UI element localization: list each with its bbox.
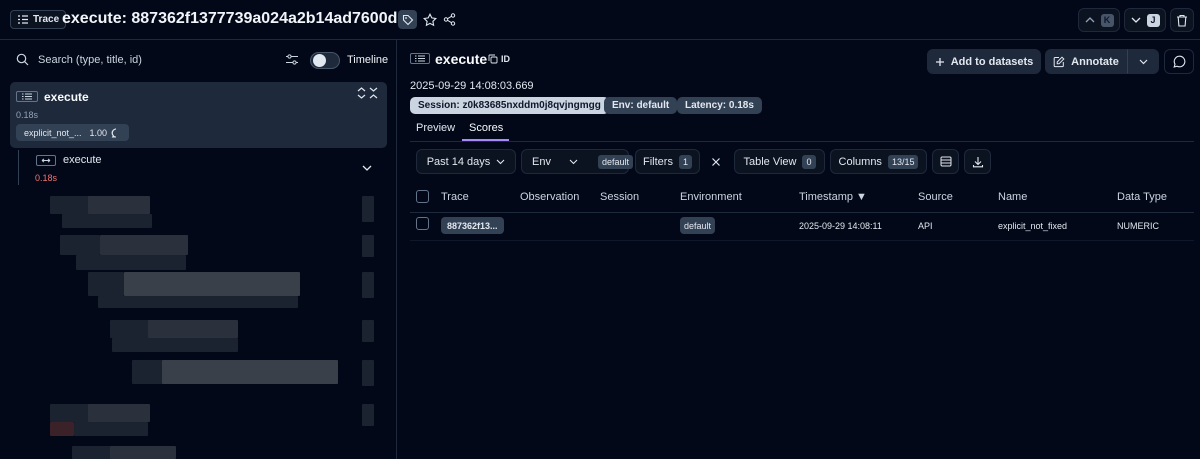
tab-preview[interactable]: Preview [416, 122, 455, 134]
column-header-name[interactable]: Name [998, 191, 1027, 203]
score-chip-value: 1.00 [89, 127, 108, 138]
source-cell: API [918, 221, 933, 231]
observation-title: execute [435, 51, 488, 67]
chevron-down-icon[interactable] [362, 165, 372, 171]
trace-type-badge: Trace [10, 10, 67, 29]
previous-trace-button[interactable]: K [1078, 8, 1120, 32]
comment-icon [111, 128, 121, 138]
delete-button[interactable] [1170, 8, 1194, 32]
env-filter-label: Env [532, 155, 551, 168]
share-button[interactable] [440, 10, 458, 29]
column-header-observation[interactable]: Observation [520, 191, 579, 203]
trace-id-cell[interactable]: 887362f13... [441, 217, 504, 234]
shortcut-key-k: K [1100, 13, 1114, 27]
environment-badge: Env: default [604, 97, 678, 114]
tree-node-child-name[interactable]: execute [63, 154, 102, 166]
next-trace-button[interactable]: J [1124, 8, 1166, 32]
annotate-label: Annotate [1071, 55, 1119, 68]
data-type-cell: NUMERIC [1117, 221, 1159, 231]
env-filter-value: default [597, 154, 633, 169]
filters-button[interactable]: Filters 1 [635, 149, 700, 174]
column-header-data-type[interactable]: Data Type [1117, 191, 1167, 203]
tabs-divider [410, 141, 1194, 142]
copy-id-button[interactable]: ID [488, 54, 510, 64]
environment-cell: default [680, 217, 716, 234]
select-all-checkbox[interactable] [416, 190, 429, 203]
observation-timestamp: 2025-09-29 14:08:03.669 [410, 80, 534, 92]
column-header-timestamp[interactable]: Timestamp ▼ [799, 191, 867, 203]
score-chip[interactable]: explicit_not_... 1.00 [16, 124, 130, 141]
chevron-down-icon [496, 159, 505, 165]
trace-list-icon [16, 91, 38, 102]
tag-button[interactable] [398, 10, 417, 29]
latency-badge: Latency: 0.18s [677, 97, 762, 114]
chevron-down-icon [569, 159, 578, 165]
score-chip-name: explicit_not_... [24, 127, 82, 138]
trace-list-icon [17, 15, 29, 24]
columns-label: Columns [838, 155, 882, 168]
collapse-all-icon[interactable] [369, 87, 378, 99]
timestamp-cell: 2025-09-29 14:08:11 [799, 221, 882, 231]
span-arrows-icon [36, 155, 56, 166]
row-checkbox[interactable] [416, 217, 429, 230]
table-view-count: 0 [802, 154, 816, 169]
expand-all-icon[interactable] [357, 87, 366, 99]
search-icon [16, 53, 29, 66]
clear-filters-button[interactable] [706, 149, 726, 174]
columns-button[interactable]: Columns 13/15 [830, 149, 927, 174]
plus-icon [935, 57, 945, 67]
filters-count: 1 [678, 154, 692, 169]
column-header-source[interactable]: Source [918, 191, 953, 203]
timeline-label: Timeline [347, 54, 389, 66]
settings-sliders-icon[interactable] [285, 53, 299, 66]
bookmark-star-button[interactable] [421, 10, 439, 29]
download-button[interactable] [964, 149, 991, 174]
trace-badge-label: Trace [33, 14, 60, 25]
column-header-session[interactable]: Session [600, 191, 639, 203]
timeline-toggle[interactable] [310, 52, 340, 69]
tree-connector [18, 150, 19, 185]
column-header-environment[interactable]: Environment [680, 191, 742, 203]
trace-list-icon [410, 53, 430, 64]
chevron-down-icon [1139, 59, 1148, 65]
copy-icon [488, 54, 498, 64]
download-icon [972, 156, 984, 168]
copy-id-label: ID [501, 54, 510, 64]
comments-button[interactable] [1164, 49, 1194, 74]
tree-node-root-name: execute [44, 90, 89, 104]
time-range-value: Past 14 days [426, 155, 491, 168]
trash-icon [1176, 14, 1188, 27]
environment-filter[interactable]: Env default [521, 149, 633, 174]
chevron-down-icon [1131, 17, 1141, 23]
table-view-button[interactable]: Table View 0 [734, 149, 825, 174]
close-icon [711, 157, 721, 167]
comment-icon [1172, 55, 1186, 68]
table-view-label: Table View [743, 155, 797, 168]
tree-node-root-latency: 0.18s [16, 110, 39, 120]
page-title: execute: 887362f1377739a024a2b14ad7600d5… [62, 10, 416, 27]
session-badge[interactable]: Session: z0k83685nxddm0j8qvjngmgg [410, 97, 609, 114]
row-height-button[interactable] [932, 149, 959, 174]
annotate-button[interactable]: Annotate [1045, 49, 1127, 74]
tree-search-input[interactable]: Search (type, title, id) [38, 54, 142, 66]
active-tab-indicator [462, 139, 509, 141]
row-divider [410, 240, 1194, 241]
shortcut-key-j: J [1146, 13, 1160, 27]
star-icon [423, 12, 437, 27]
add-to-datasets-button[interactable]: Add to datasets [927, 49, 1041, 74]
tab-scores[interactable]: Scores [469, 122, 503, 134]
rows-icon [940, 156, 952, 167]
filters-label: Filters [643, 155, 673, 168]
annotate-menu-button[interactable] [1127, 49, 1159, 74]
chevron-up-icon [1085, 17, 1095, 23]
tag-icon [402, 14, 414, 26]
edit-icon [1053, 55, 1065, 68]
tree-node-child-latency: 0.18s [35, 173, 58, 183]
name-cell: explicit_not_fixed [998, 221, 1068, 231]
share-icon [443, 13, 456, 26]
columns-count: 13/15 [887, 154, 919, 169]
column-header-trace[interactable]: Trace [441, 191, 469, 203]
add-to-datasets-label: Add to datasets [950, 55, 1034, 68]
time-range-select[interactable]: Past 14 days [416, 149, 516, 174]
